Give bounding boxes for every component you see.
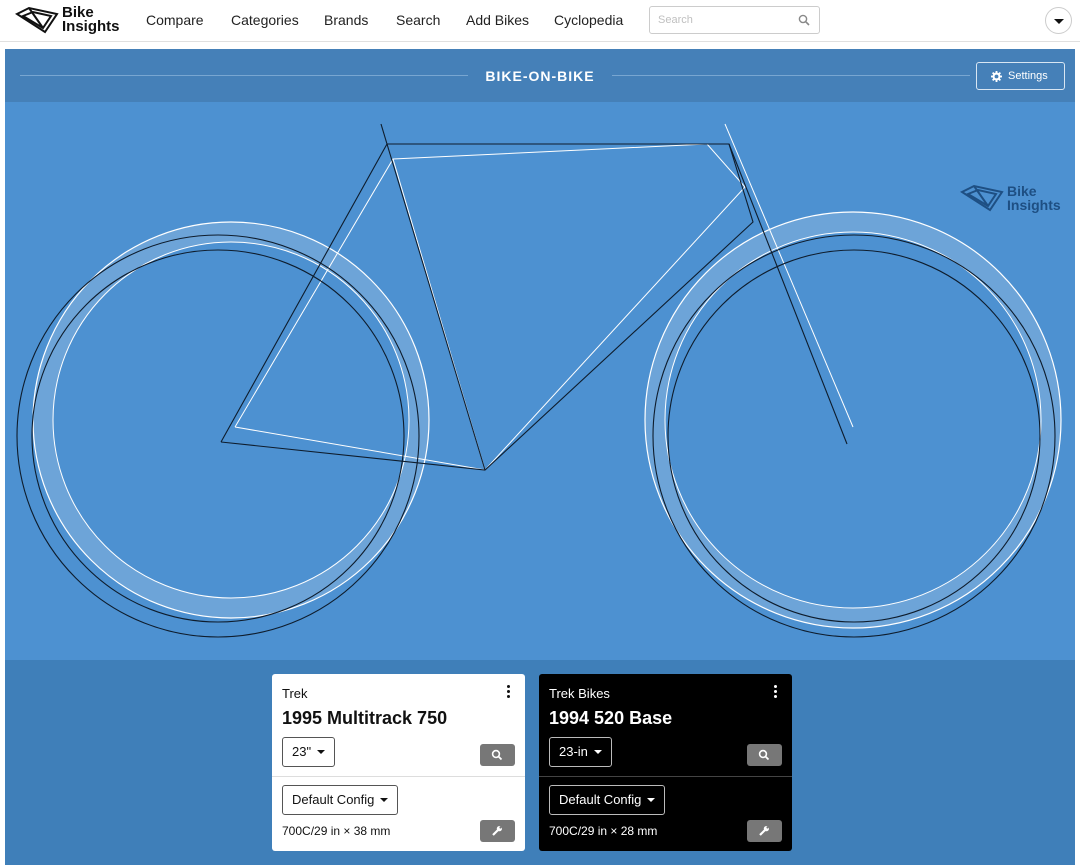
search-box <box>649 6 820 34</box>
search-icon <box>758 749 770 761</box>
size-dropdown[interactable]: 23" <box>282 737 336 767</box>
settings-button[interactable]: Settings <box>976 62 1065 90</box>
logo-text-line2: Insights <box>62 18 120 35</box>
search-bike-button[interactable] <box>480 744 515 766</box>
wrench-icon <box>759 826 769 836</box>
caret-down-icon <box>593 750 602 754</box>
search-bike-button[interactable] <box>747 744 782 766</box>
watermark-text-line1: Bike <box>1007 183 1037 199</box>
user-menu-button[interactable] <box>1045 7 1072 34</box>
gear-icon <box>991 71 1002 82</box>
config-dropdown[interactable]: Default Config <box>549 785 666 815</box>
search-icon[interactable] <box>798 14 810 26</box>
panel-title: BIKE-ON-BIKE <box>485 68 595 84</box>
bike-model: 1994 520 Base <box>549 708 673 728</box>
bike-brand: Trek Bikes <box>549 686 610 701</box>
panel-header: BIKE-ON-BIKE Settings <box>5 49 1075 102</box>
config-value: Default Config <box>292 792 375 807</box>
size-dropdown[interactable]: 23-in <box>549 737 612 767</box>
logo-mark-icon <box>15 6 59 34</box>
caret-down-icon <box>317 750 326 754</box>
nav-compare[interactable]: Compare <box>146 12 204 28</box>
search-input[interactable] <box>658 12 798 28</box>
tire-size: 700C/29 in × 38 mm <box>282 824 391 838</box>
nav-cyclopedia[interactable]: Cyclopedia <box>554 12 623 28</box>
more-options-icon[interactable] <box>506 685 512 699</box>
card-divider <box>272 776 525 777</box>
search-icon <box>491 749 503 761</box>
customize-button[interactable] <box>747 820 782 842</box>
watermark-logo: Bike Insights <box>960 184 1070 214</box>
bike-overlay-drawing <box>16 123 1062 638</box>
size-value: 23-in <box>559 744 588 759</box>
more-options-icon[interactable] <box>773 685 779 699</box>
caret-down-icon <box>1054 19 1064 24</box>
caret-down-icon <box>647 798 656 802</box>
bike-card-2: Trek Bikes 1994 520 Base 23-in Default C… <box>539 674 792 851</box>
watermark-logo-icon <box>960 184 1004 212</box>
config-dropdown[interactable]: Default Config <box>282 785 399 815</box>
customize-button[interactable] <box>480 820 515 842</box>
settings-label: Settings <box>1008 70 1048 82</box>
config-value: Default Config <box>559 792 642 807</box>
nav-add-bikes[interactable]: Add Bikes <box>466 12 529 28</box>
brand-logo[interactable]: Bike Insights <box>15 5 125 37</box>
bike-card-1: Trek 1995 Multitrack 750 23" Default Con… <box>272 674 525 851</box>
nav-categories[interactable]: Categories <box>231 12 299 28</box>
bike-on-bike-panel: BIKE-ON-BIKE Settings Bike Insights Trek… <box>5 49 1075 865</box>
nav-search[interactable]: Search <box>396 12 440 28</box>
tire-size: 700C/29 in × 28 mm <box>549 824 658 838</box>
bike-brand: Trek <box>282 686 308 701</box>
bike-model: 1995 Multitrack 750 <box>282 708 448 728</box>
wrench-icon <box>492 826 502 836</box>
caret-down-icon <box>380 798 389 802</box>
bike-geometry-canvas: Bike Insights <box>5 102 1075 660</box>
nav-brands[interactable]: Brands <box>324 12 368 28</box>
watermark-text-line2: Insights <box>1007 197 1061 213</box>
size-value: 23" <box>292 744 312 759</box>
card-divider <box>539 776 792 777</box>
top-navbar: Bike Insights Compare Categories Brands … <box>0 0 1080 42</box>
bike-a-drawing <box>32 123 1062 629</box>
